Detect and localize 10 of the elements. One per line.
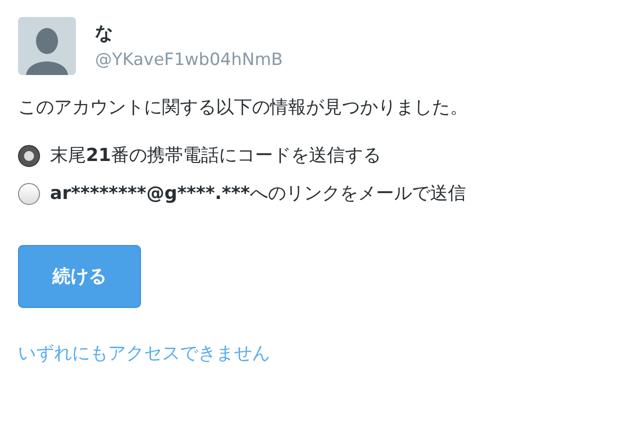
avatar-icon [18,17,76,75]
info-message: このアカウントに関する以下の情報が見つかりました。 [18,96,469,120]
option-label: 末尾21番の携帯電話にコードを送信する [50,144,382,168]
radio-button[interactable] [18,183,40,205]
continue-button[interactable]: 続ける [18,245,141,308]
no-access-link[interactable]: いずれにもアクセスできません [18,343,270,364]
profile-handle: @YKaveF1wb04hNmB [95,49,283,72]
option-label: ar********@g****.***へのリンクをメールで送信 [50,182,466,206]
radio-button[interactable] [18,145,40,167]
profile-name: な [95,22,114,46]
